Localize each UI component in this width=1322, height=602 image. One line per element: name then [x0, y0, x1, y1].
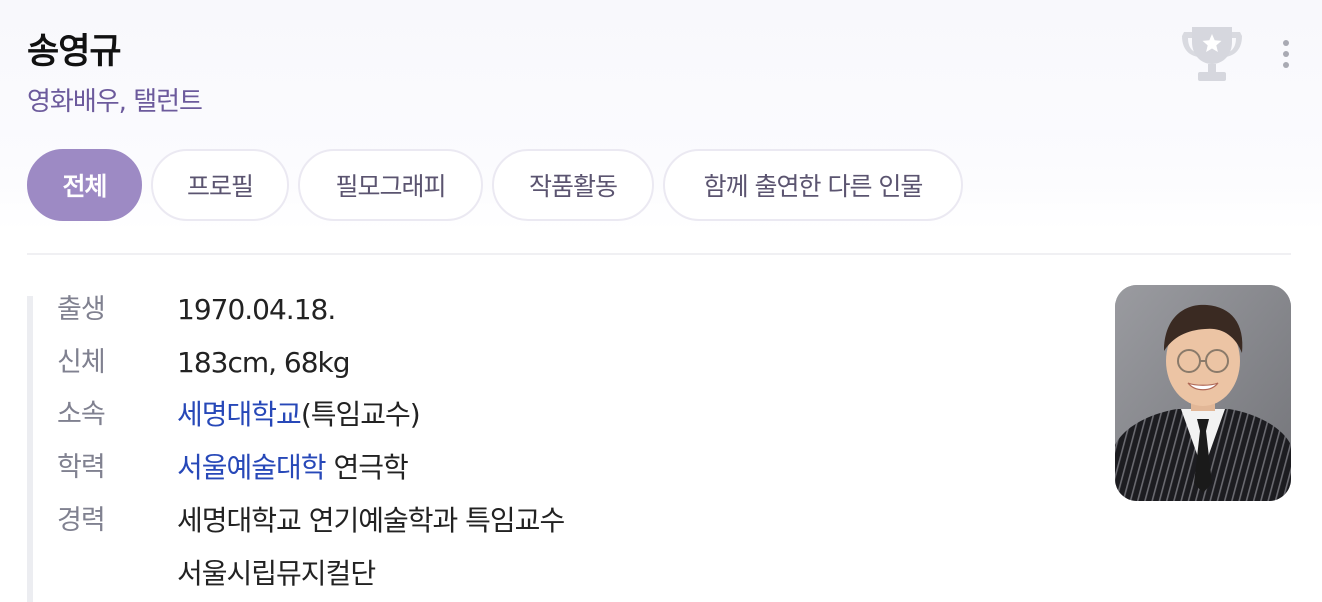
tab-filmography[interactable]: 필모그래피	[298, 149, 483, 221]
birth-value: 1970.04.18.	[177, 293, 336, 326]
body-value: 183cm, 68kg	[177, 346, 351, 379]
more-vertical-icon	[1283, 40, 1289, 68]
trophy-icon[interactable]	[1180, 24, 1244, 84]
birth-label: 출생	[57, 294, 106, 325]
affiliation-link[interactable]: 세명대학교	[177, 398, 302, 431]
education-link[interactable]: 서울예술대학	[177, 451, 327, 484]
tab-all[interactable]: 전체	[27, 149, 142, 221]
affiliation-label: 소속	[57, 399, 106, 430]
body-label: 신체	[57, 347, 106, 378]
tab-profile[interactable]: 프로필	[151, 149, 289, 221]
tab-related-people[interactable]: 함께 출연한 다른 인물	[663, 149, 963, 221]
education-value: 서울예술대학 연극학	[177, 448, 409, 488]
career-label: 경력	[57, 505, 106, 536]
affiliation-value: 세명대학교(특임교수)	[177, 395, 421, 435]
profile-info: 출생 1970.04.18. 신체 183cm, 68kg 소속 세명대학교(특…	[27, 293, 753, 602]
person-occupation: 영화배우, 탤런트	[27, 87, 203, 117]
tab-works[interactable]: 작품활동	[492, 149, 654, 221]
person-name: 송영규	[27, 32, 122, 72]
more-options-button[interactable]	[1270, 36, 1302, 72]
education-suffix: 연극학	[325, 451, 408, 484]
tab-bar: 전체 프로필 필모그래피 작품활동 함께 출연한 다른 인물	[27, 149, 963, 221]
affiliation-suffix: (특임교수)	[300, 398, 421, 431]
education-label: 학력	[57, 452, 106, 483]
profile-photo[interactable]	[1115, 285, 1291, 501]
divider	[27, 253, 1291, 255]
career-item: 서울시립뮤지컬단	[177, 557, 376, 590]
career-item: 세명대학교 연기예술학과 특임교수	[177, 504, 565, 537]
